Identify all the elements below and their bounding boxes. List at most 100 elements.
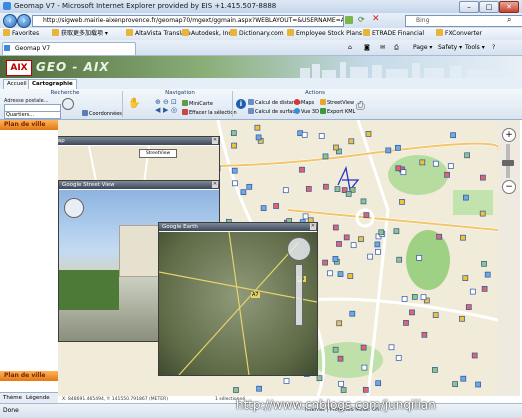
poi-marker[interactable] [233, 387, 239, 393]
poi-marker[interactable] [332, 346, 339, 353]
poi-marker[interactable] [305, 186, 312, 192]
info-icon[interactable]: i [236, 99, 246, 109]
poi-marker[interactable] [484, 271, 491, 278]
zoom-in-icon[interactable]: ⊕ [155, 98, 161, 106]
refresh-icon[interactable]: ⟳ [358, 15, 365, 24]
navigation-ring-icon[interactable] [287, 237, 311, 261]
poi-marker[interactable] [378, 229, 385, 236]
poi-marker[interactable] [481, 260, 487, 267]
poi-marker[interactable] [349, 310, 356, 317]
poi-marker[interactable] [432, 312, 439, 318]
pan-hand-icon[interactable]: ✋ [128, 98, 140, 109]
streetview-toggle-button[interactable]: StreetView [139, 149, 177, 158]
poi-marker[interactable] [240, 189, 247, 196]
poi-marker[interactable] [322, 259, 328, 266]
poi-marker[interactable] [283, 378, 290, 384]
poi-marker[interactable] [416, 255, 423, 261]
poi-marker[interactable] [230, 130, 237, 136]
poi-marker[interactable] [460, 375, 467, 382]
area-button[interactable]: Calcul de surface [248, 108, 298, 115]
poi-marker[interactable] [362, 386, 369, 393]
poi-marker[interactable] [367, 253, 374, 260]
poi-marker[interactable] [282, 187, 289, 194]
zoom-window-icon[interactable]: ⊡ [171, 98, 177, 106]
zoom-slider[interactable] [295, 264, 303, 326]
poi-marker[interactable] [273, 203, 279, 209]
poi-marker[interactable] [399, 199, 405, 205]
tab-legende[interactable]: Légende [26, 395, 50, 401]
minimize-button[interactable]: – [459, 1, 479, 13]
poi-marker[interactable] [444, 171, 450, 178]
poi-marker[interactable] [471, 352, 478, 359]
zoom-out-icon[interactable]: ⊖ [163, 98, 169, 106]
maximize-button[interactable]: □ [479, 1, 499, 13]
previous-view-icon[interactable]: ◀ [155, 106, 160, 114]
poi-marker[interactable] [348, 138, 355, 145]
address-input[interactable]: http://sigweb.mairie-aixenprovence.fr/ge… [32, 15, 344, 27]
favorite-item[interactable]: Dictionary.com [230, 29, 284, 39]
poi-marker[interactable] [343, 234, 350, 241]
favorites-button[interactable]: Favorites [3, 29, 39, 39]
poi-marker[interactable] [333, 144, 339, 151]
poi-marker[interactable] [447, 163, 454, 169]
poi-marker[interactable] [360, 344, 367, 351]
poi-marker[interactable] [340, 387, 347, 393]
poi-marker[interactable] [432, 367, 438, 373]
poi-marker[interactable] [419, 159, 426, 166]
poi-marker[interactable] [409, 309, 415, 316]
quarter-select[interactable]: Quartiers... [4, 111, 61, 119]
poi-marker[interactable] [411, 294, 418, 300]
tab-cartographie[interactable]: Cartographie [28, 79, 77, 89]
tab-accueil[interactable]: Accueil [3, 79, 31, 89]
forward-arrow-icon[interactable]: › [17, 14, 31, 28]
poi-marker[interactable] [345, 191, 352, 197]
poi-marker[interactable] [361, 364, 368, 371]
poi-marker[interactable] [469, 288, 476, 295]
pan-control-icon[interactable] [64, 198, 84, 218]
poi-marker[interactable] [337, 271, 344, 277]
poi-marker[interactable] [334, 186, 341, 192]
poi-marker[interactable] [231, 142, 237, 149]
poi-marker[interactable] [347, 273, 354, 279]
poi-marker[interactable] [358, 236, 364, 243]
poi-marker[interactable] [432, 160, 439, 167]
close-icon[interactable]: ✕ [212, 181, 218, 188]
poi-marker[interactable] [374, 241, 381, 248]
feeds-icon[interactable]: ◙ [364, 43, 370, 53]
poi-marker[interactable] [375, 248, 381, 255]
search-icon[interactable] [62, 98, 74, 110]
help-icon[interactable]: ? [492, 43, 495, 53]
poi-marker[interactable] [323, 183, 329, 190]
back-arrow-icon[interactable]: ‹ [3, 14, 17, 28]
poi-marker[interactable] [360, 198, 367, 205]
poi-marker[interactable] [322, 153, 329, 160]
google-earth-window[interactable]: Google Earth ✕ A7 A5 [158, 222, 318, 376]
poi-marker[interactable] [338, 380, 344, 387]
poi-marker[interactable] [395, 355, 402, 361]
zoom-in-button[interactable]: + [502, 128, 516, 142]
favorite-item[interactable]: Employee Stock Plans [287, 29, 362, 39]
poi-marker[interactable] [299, 166, 305, 173]
clear-selection-button[interactable]: Effacer la sélection [182, 109, 237, 116]
poi-marker[interactable] [464, 152, 470, 159]
poi-marker[interactable] [462, 275, 469, 281]
search-icon[interactable]: ⌕ [507, 15, 511, 25]
poi-marker[interactable] [450, 132, 456, 139]
poi-marker[interactable] [388, 344, 395, 351]
poi-marker[interactable] [254, 124, 261, 131]
poi-marker[interactable] [395, 165, 402, 172]
poi-marker[interactable] [336, 241, 342, 247]
poi-marker[interactable] [395, 144, 401, 151]
export-kml-button[interactable]: Export KML [320, 108, 355, 115]
tools-menu[interactable]: Tools ▾ [465, 43, 485, 53]
coordinates-button[interactable]: Coordonnées [82, 110, 122, 117]
home-icon[interactable]: ⌂ [348, 43, 352, 53]
print-icon[interactable]: ⎙ [394, 43, 399, 53]
next-view-icon[interactable]: ▶ [163, 106, 168, 114]
poi-marker[interactable] [475, 381, 481, 388]
close-button[interactable]: ✕ [499, 1, 519, 13]
city-map[interactable]: Google Map ✕ StreetView Google Street Vi… [58, 120, 498, 396]
poi-marker[interactable] [231, 167, 238, 174]
view3d-button[interactable]: Vue 3D [294, 108, 319, 115]
search-input[interactable]: Bing [405, 15, 522, 27]
